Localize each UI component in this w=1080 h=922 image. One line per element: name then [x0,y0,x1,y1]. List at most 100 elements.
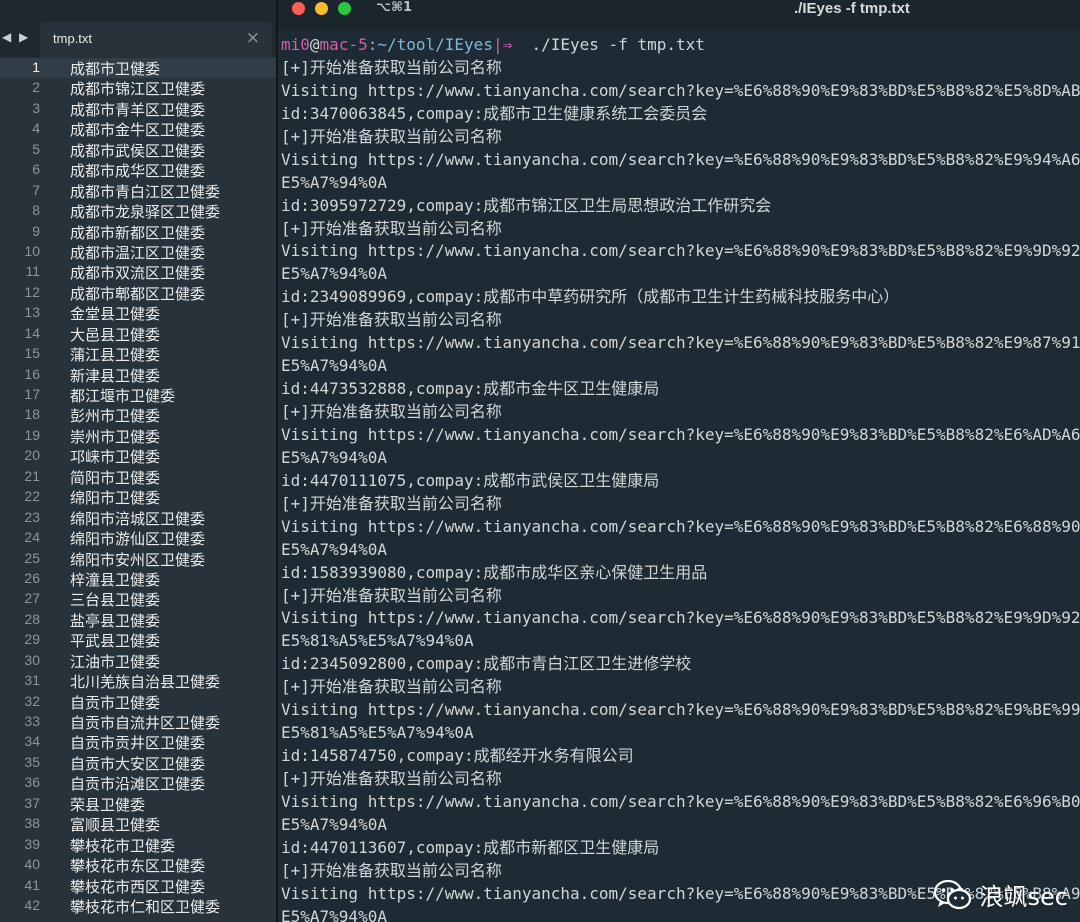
editor-line[interactable]: 35 自贡市大安区卫健委 [0,753,276,773]
editor-line[interactable]: 2 成都市锦江区卫健委 [0,78,276,98]
editor-line[interactable]: 32 自贡市卫健委 [0,692,276,712]
editor-line[interactable]: 1 成都市卫健委 [0,58,276,79]
line-text: 盐亭县卫健委 [70,611,161,630]
line-number: 2 [32,79,40,96]
editor-line[interactable]: 19 崇州市卫健委 [0,426,276,446]
line-number: 16 [24,365,40,382]
tab-tmp-txt[interactable]: tmp.txt × [40,22,272,57]
nav-arrows-icon[interactable]: ◀ ▶ [2,30,30,44]
line-number: 37 [24,794,40,811]
line-text: 成都市郫都区卫健委 [70,284,206,303]
editor-line[interactable]: 20 邛崃市卫健委 [0,446,276,466]
editor-line[interactable]: 31 北川羌族自治县卫健委 [0,671,276,691]
terminal-output-line: [+]开始准备获取当前公司名称 [281,769,502,788]
line-number: 6 [32,161,40,178]
line-number: 13 [24,304,40,321]
line-number: 28 [24,610,40,627]
line-text: 邛崃市卫健委 [70,448,161,467]
editor-line[interactable]: 26 梓潼县卫健委 [0,569,276,589]
terminal-output-line: [+]开始准备获取当前公司名称 [281,585,502,605]
line-number: 7 [32,181,40,198]
line-text: 新津县卫健委 [70,366,161,385]
editor-line[interactable]: 39 攀枝花市卫健委 [0,835,276,855]
editor-line[interactable]: 24 绵阳市游仙区卫健委 [0,528,276,548]
editor-line[interactable]: 33 自贡市自流井区卫健委 [0,712,276,732]
line-text: 绵阳市安州区卫健委 [70,550,206,569]
line-number: 32 [24,692,40,709]
line-number: 14 [24,324,40,341]
line-number: 4 [32,120,40,137]
editor-line[interactable]: 5 成都市武侯区卫健委 [0,140,276,160]
line-number: 26 [24,569,40,586]
line-text: 成都市卫健委 [70,60,161,78]
terminal-output-line: [+]开始准备获取当前公司名称 [281,677,502,697]
close-window-button[interactable] [292,2,305,15]
terminal-window[interactable]: ⌥⌘1 ./IEyes -f tmp.txt mi0@mac-5:~/tool/… [278,0,1080,922]
terminal-output-line: Visiting https://www.tianyancha.com/sear… [281,424,1080,444]
editor-line[interactable]: 7 成都市青白江区卫健委 [0,181,276,201]
editor-line[interactable]: 13 金堂县卫健委 [0,303,276,323]
terminal-output-line: Visiting https://www.tianyancha.com/sear… [281,791,1080,811]
editor-line[interactable]: 37 荣县卫健委 [0,794,276,814]
editor-line[interactable]: 14 大邑县卫健委 [0,324,276,344]
editor-line[interactable]: 3 成都市青羊区卫健委 [0,99,276,119]
editor-line[interactable]: 6 成都市成华区卫健委 [0,160,276,180]
line-number: 18 [24,406,40,423]
line-number: 36 [24,774,40,791]
terminal-output-line: Visiting https://www.tianyancha.com/sear… [281,700,1080,720]
editor-line[interactable]: 29 平武县卫健委 [0,630,276,650]
line-text: 自贡市卫健委 [70,693,161,712]
editor-line[interactable]: 28 盐亭县卫健委 [0,610,276,630]
editor-line[interactable]: 12 成都市郫都区卫健委 [0,283,276,303]
editor-line[interactable]: 34 自贡市贡井区卫健委 [0,732,276,752]
line-text: 成都市金牛区卫健委 [70,121,206,140]
line-text: 蒲江县卫健委 [70,346,161,365]
terminal-output-line: id:3095972729,compay:成都市锦江区卫生局思想政治工作研究会 [281,195,772,215]
editor-line[interactable]: 9 成都市新都区卫健委 [0,222,276,242]
editor-text-area[interactable]: 1 成都市卫健委 2 成都市锦江区卫健委 3 成都市青羊区卫健委 4 成都市金牛区卫健委 5 成都… [0,58,276,916]
editor-line[interactable]: 11 成都市双流区卫健委 [0,262,276,282]
editor-line[interactable]: 15 蒲江县卫健委 [0,344,276,364]
line-number: 35 [24,753,40,770]
editor-line[interactable]: 30 江油市卫健委 [0,651,276,671]
line-text: 大邑县卫健委 [70,325,161,344]
editor-line[interactable]: 42 攀枝花市仁和区卫健委 [0,896,276,916]
terminal-output-line: E5%81%A5%E5%A7%94%0A [281,723,474,743]
editor-line[interactable]: 16 新津县卫健委 [0,365,276,385]
close-icon[interactable]: × [246,28,260,48]
editor-line[interactable]: 27 三台县卫健委 [0,589,276,609]
line-text: 绵阳市涪城区卫健委 [70,509,206,528]
line-number: 21 [24,467,40,484]
line-text: 江油市卫健委 [70,652,161,671]
editor-line[interactable]: 38 富顺县卫健委 [0,814,276,834]
line-number: 12 [24,283,40,300]
line-text: 成都市青白江区卫健委 [70,182,221,201]
prompt-path: :~/tool/IEyes [367,35,493,54]
line-number: 38 [24,815,40,832]
editor-line[interactable]: 21 简阳市卫健委 [0,467,276,487]
terminal-output-line: id:4473532888,compay:成都市金牛区卫生健康局 [281,379,660,399]
editor-line[interactable]: 17 都江堰市卫健委 [0,385,276,405]
line-number: 27 [24,590,40,607]
line-text: 自贡市大安区卫健委 [70,754,206,773]
editor-line[interactable]: 40 攀枝花市东区卫健委 [0,855,276,875]
terminal-output[interactable]: mi0@mac-5:~/tool/IEyes|⇒ ./IEyes -f tmp.… [281,34,1080,922]
terminal-output-line: Visiting https://www.tianyancha.com/sear… [281,149,1080,169]
minimize-window-button[interactable] [315,2,328,15]
zoom-window-button[interactable] [338,2,351,15]
line-number: 39 [24,835,40,852]
editor-line[interactable]: 22 绵阳市卫健委 [0,487,276,507]
editor-line[interactable]: 8 成都市龙泉驿区卫健委 [0,201,276,221]
editor-line[interactable]: 10 成都市温江区卫健委 [0,242,276,262]
editor-line[interactable]: 41 攀枝花市西区卫健委 [0,876,276,896]
editor-line[interactable]: 4 成都市金牛区卫健委 [0,119,276,139]
editor-line[interactable]: 18 彭州市卫健委 [0,405,276,425]
editor-line[interactable]: 25 绵阳市安州区卫健委 [0,549,276,569]
terminal-output-line: [+]开始准备获取当前公司名称 [281,218,502,238]
editor-line[interactable]: 36 自贡市沿滩区卫健委 [0,773,276,793]
terminal-output-line: E5%81%A5%E5%A7%94%0A [281,631,474,651]
tab-shortcut: ⌥⌘1 [376,0,413,15]
line-text: 攀枝花市仁和区卫健委 [70,897,221,916]
editor-line[interactable]: 23 绵阳市涪城区卫健委 [0,508,276,528]
watermark-text: 浪飒sec [979,883,1068,911]
